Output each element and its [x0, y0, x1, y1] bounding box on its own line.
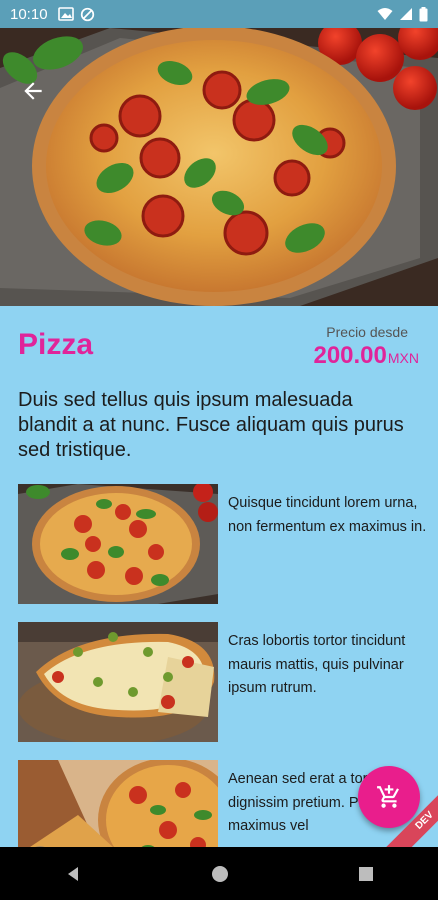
list-item: Quisque tincidunt lorem urna, non fermen…: [18, 484, 438, 604]
pizza-thumbnail-1: [18, 484, 218, 604]
item-description: Cras lobortis tortor tincidunt mauris ma…: [228, 633, 406, 696]
add-to-cart-button[interactable]: [358, 766, 420, 828]
pizza-thumbnail-3: [18, 760, 218, 847]
hero-image: [0, 28, 438, 306]
pizza-image: [18, 760, 218, 847]
price-currency: MXN: [387, 350, 419, 366]
status-bar: 10:10: [0, 0, 438, 28]
pizza-image: [18, 622, 218, 742]
price-amount: 200.00: [313, 342, 387, 369]
home-nav-icon[interactable]: [211, 865, 229, 883]
back-nav-icon[interactable]: [64, 865, 82, 883]
add-to-cart-icon: [377, 785, 399, 808]
data-saver-icon: [80, 7, 94, 21]
list-item: Cras lobortis tortor tincidunt mauris ma…: [18, 622, 438, 742]
product-title: Pizza: [18, 328, 94, 361]
status-time: 10:10: [10, 5, 48, 23]
signal-icon: [400, 8, 412, 20]
product-description: Duis sed tellus quis ipsum malesuada bla…: [18, 389, 404, 461]
navigation-bar: [0, 847, 438, 900]
pizza-thumbnail-2: [18, 622, 218, 742]
image-notification-icon: [57, 7, 74, 21]
pizza-image: [18, 484, 218, 604]
product-detail: Pizza Precio desde 200.00 MXN Duis sed t…: [0, 306, 438, 847]
price: 200.00 MXN: [313, 342, 419, 370]
wifi-icon: [377, 8, 393, 20]
battery-icon: [419, 6, 428, 21]
item-description: Quisque tincidunt lorem urna, non fermen…: [228, 495, 427, 535]
recents-nav-icon[interactable]: [358, 866, 374, 882]
back-arrow-icon[interactable]: [20, 78, 46, 104]
price-label: Precio desde: [326, 324, 408, 340]
pizza-hero-image: [0, 28, 438, 306]
